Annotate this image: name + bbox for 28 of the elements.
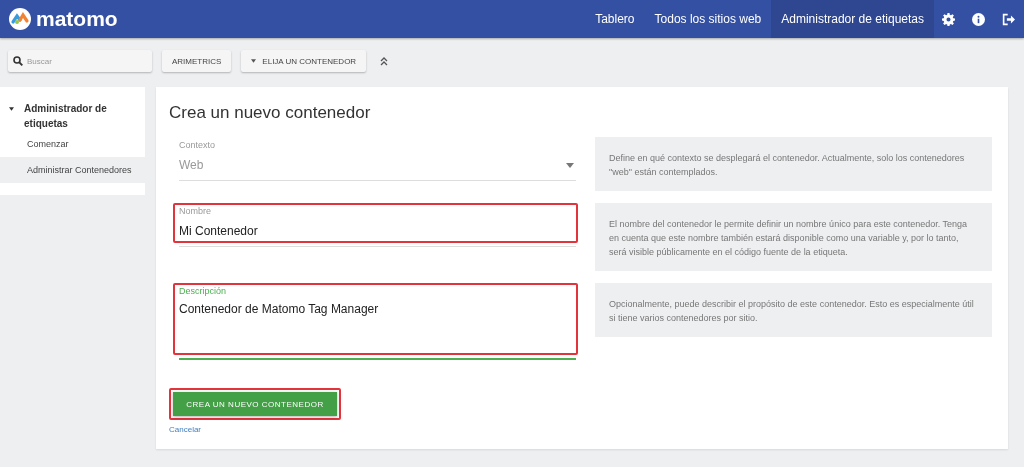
caret-icon xyxy=(566,162,574,168)
name-field[interactable]: Mi Contenedor xyxy=(177,222,574,240)
info-icon[interactable] xyxy=(972,12,985,26)
search-field[interactable]: Buscar xyxy=(8,50,152,72)
collapse-icon[interactable] xyxy=(380,56,389,66)
nav-tab[interactable]: Administrador de etiquetas xyxy=(771,0,934,38)
sidebar-item[interactable]: Comenzar xyxy=(0,131,145,157)
description-field[interactable]: Contenedor de Matomo Tag Manager xyxy=(177,302,574,352)
help-text: El nombre del contenedor le permite definir un nombre único para este contenedor. Tenga en cuenta que este nombre también estará disponible como una variable y, por lo tanto, será visible públicamente en el código fuente de la etiqueta. xyxy=(595,203,992,271)
logo-text[interactable]: matomo xyxy=(36,7,118,31)
cancel-link[interactable]: Cancelar xyxy=(169,425,201,434)
help-text: Opcionalmente, puede describir el propósito de este contenedor. Esto es especialmente útil si tiene varios contenedores por sitio. xyxy=(595,283,992,337)
logo-icon xyxy=(9,8,31,30)
nav-tab[interactable]: Todos los sitios web xyxy=(644,0,772,38)
site-button[interactable]: ARIMETRICS xyxy=(162,50,232,72)
gear-icon[interactable] xyxy=(942,12,955,26)
field-label: Nombre xyxy=(178,206,212,216)
field-label: Contexto xyxy=(178,140,217,150)
caret-icon[interactable] xyxy=(9,107,14,111)
field-label: Descripción xyxy=(178,286,228,296)
container-dropdown[interactable]: ELIJA UN CONTENEDOR xyxy=(241,50,367,72)
help-text: Define en qué contexto se desplegará el contenedor. Actualmente, solo los contenedores "web" están contemplados. xyxy=(595,137,992,191)
form-title: Crea un nuevo contenedor xyxy=(169,103,372,123)
caret-icon xyxy=(251,59,257,63)
sidebar-section[interactable]: Administrador de etiquetas xyxy=(24,101,137,131)
nav-tab[interactable]: Tablero xyxy=(585,0,645,38)
logout-icon[interactable] xyxy=(1002,12,1015,26)
sidebar-item[interactable]: Administrar Contenedores xyxy=(0,157,145,183)
